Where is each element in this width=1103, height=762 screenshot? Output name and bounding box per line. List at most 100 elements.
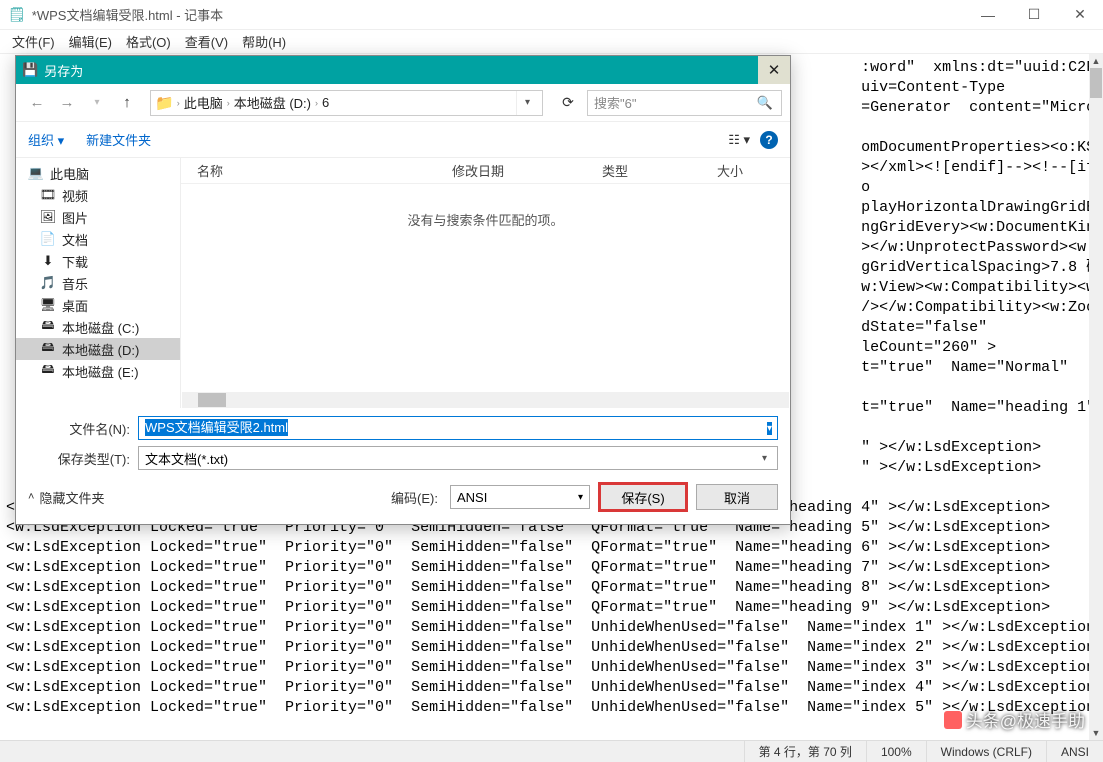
encoding-select[interactable]: ANSI ▾ bbox=[450, 485, 590, 509]
nav-forward-button: → bbox=[54, 90, 80, 116]
filename-value: WPS文档编辑受限2.html bbox=[145, 419, 288, 436]
chevron-up-icon: ˄ bbox=[28, 491, 34, 503]
sidebar-item-label: 音乐 bbox=[62, 274, 88, 293]
status-zoom: 100% bbox=[866, 741, 926, 762]
col-size[interactable]: 大小 bbox=[701, 161, 790, 180]
folder-icon: 🖼 bbox=[40, 209, 56, 225]
filename-label: 文件名(N): bbox=[28, 419, 138, 438]
path-breadcrumb[interactable]: 📁 › 此电脑 › 本地磁盘 (D:) › 6 ▾ bbox=[150, 90, 543, 116]
watermark-logo-icon bbox=[944, 711, 962, 729]
sidebar-item[interactable]: 🎵 音乐 bbox=[16, 272, 180, 294]
filetype-label: 保存类型(T): bbox=[28, 449, 138, 468]
folder-icon: 🎞 bbox=[40, 187, 56, 203]
path-dropdown[interactable]: ▾ bbox=[516, 91, 538, 115]
folder-icon: 🖥 bbox=[40, 297, 56, 313]
folder-icon: 📁 bbox=[155, 94, 174, 112]
scrollbar-thumb[interactable] bbox=[198, 393, 226, 407]
sidebar-item[interactable]: 🖥 桌面 bbox=[16, 294, 180, 316]
folder-icon: ⬇ bbox=[40, 253, 56, 269]
sidebar-item[interactable]: 🎞 视频 bbox=[16, 184, 180, 206]
col-date[interactable]: 修改日期 bbox=[436, 161, 586, 180]
vertical-scrollbar[interactable]: ▲ ▼ bbox=[1089, 54, 1103, 740]
sidebar-item-label: 下载 bbox=[62, 252, 88, 271]
filetype-value: 文本文档(*.txt) bbox=[145, 449, 228, 468]
search-placeholder: 搜索"6" bbox=[594, 93, 636, 112]
sidebar-item[interactable]: 🖼 图片 bbox=[16, 206, 180, 228]
encoding-label: 编码(E): bbox=[391, 488, 438, 507]
save-icon: 💾 bbox=[22, 62, 38, 78]
notepad-icon: 🗒 bbox=[8, 6, 26, 23]
dialog-titlebar: 💾 另存为 ✕ bbox=[16, 56, 790, 84]
sidebar-item[interactable]: 🖴本地磁盘 (D:) bbox=[16, 338, 180, 360]
sidebar-item[interactable]: 📄 文档 bbox=[16, 228, 180, 250]
encoding-value: ANSI bbox=[457, 490, 487, 505]
sidebar-item-label: 本地磁盘 (D:) bbox=[62, 340, 139, 359]
sidebar-item-label: 图片 bbox=[62, 208, 88, 227]
new-folder-link[interactable]: 新建文件夹 bbox=[86, 130, 151, 149]
maximize-button[interactable]: ☐ bbox=[1011, 0, 1057, 30]
sidebar-item-label: 文档 bbox=[62, 230, 88, 249]
refresh-button[interactable]: ⟳ bbox=[553, 90, 583, 116]
path-seg-folder[interactable]: 6 bbox=[319, 95, 332, 110]
dialog-nav: ← → ▾ ↑ 📁 › 此电脑 › 本地磁盘 (D:) › 6 ▾ ⟳ 搜索"6… bbox=[16, 84, 790, 122]
folder-icon: 🖴 bbox=[40, 316, 56, 338]
status-position: 第 4 行，第 70 列 bbox=[744, 741, 866, 762]
view-mode-button[interactable]: ☷ ▾ bbox=[728, 132, 750, 148]
search-icon[interactable]: 🔍 bbox=[757, 95, 773, 111]
status-eol: Windows (CRLF) bbox=[926, 741, 1046, 762]
sidebar-item[interactable]: 🖴 本地磁盘 (C:) bbox=[16, 316, 180, 338]
dialog-close-button[interactable]: ✕ bbox=[758, 56, 790, 84]
menu-edit[interactable]: 编辑(E) bbox=[63, 30, 118, 53]
dialog-toolbar: 组织 ▾ 新建文件夹 ☷ ▾ ? bbox=[16, 122, 790, 158]
cancel-button[interactable]: 取消 bbox=[696, 484, 778, 510]
app-title: *WPS文档编辑受限.html - 记事本 bbox=[32, 5, 223, 24]
empty-message: 没有与搜索条件匹配的项。 bbox=[181, 184, 790, 392]
sidebar-item[interactable]: ⬇ 下载 bbox=[16, 250, 180, 272]
sidebar-item-label: 本地磁盘 (C:) bbox=[62, 318, 139, 337]
save-as-dialog: 💾 另存为 ✕ ← → ▾ ↑ 📁 › 此电脑 › 本地磁盘 (D:) › 6 … bbox=[15, 55, 791, 525]
menubar: 文件(F) 编辑(E) 格式(O) 查看(V) 帮助(H) bbox=[0, 30, 1103, 54]
chevron-down-icon: ▾ bbox=[578, 492, 583, 503]
folder-icon: 💻 bbox=[28, 165, 44, 181]
path-seg-drive[interactable]: 本地磁盘 (D:) bbox=[231, 93, 314, 112]
watermark: 头条@极速手助 bbox=[944, 707, 1085, 732]
status-encoding: ANSI bbox=[1046, 741, 1103, 762]
filetype-select[interactable]: 文本文档(*.txt) ▾ bbox=[138, 446, 778, 470]
close-button[interactable]: ✕ bbox=[1057, 0, 1103, 30]
minimize-button[interactable]: — bbox=[965, 0, 1011, 30]
save-button[interactable]: 保存(S) bbox=[598, 482, 688, 512]
nav-up-button[interactable]: ↑ bbox=[114, 90, 140, 116]
search-input[interactable]: 搜索"6" 🔍 bbox=[587, 90, 782, 116]
hide-folders-toggle[interactable]: ˄ 隐藏文件夹 bbox=[28, 488, 104, 507]
col-name[interactable]: 名称 bbox=[181, 161, 436, 180]
scroll-up-icon[interactable]: ▲ bbox=[1089, 54, 1103, 68]
menu-file[interactable]: 文件(F) bbox=[6, 30, 61, 53]
folder-sidebar: 💻此电脑🎞视频🖼图片📄文档⬇下载🎵音乐🖥桌面🖴本地磁盘 (C:)🖴本地磁盘 (D… bbox=[16, 158, 181, 408]
sidebar-item[interactable]: 💻此电脑 bbox=[16, 162, 180, 184]
sidebar-item-label: 本地磁盘 (E:) bbox=[62, 362, 139, 381]
dialog-title: 另存为 bbox=[44, 61, 83, 80]
scrollbar-thumb[interactable] bbox=[1090, 68, 1102, 98]
sidebar-item-label: 视频 bbox=[62, 186, 88, 205]
app-titlebar: 🗒 *WPS文档编辑受限.html - 记事本 — ☐ ✕ bbox=[0, 0, 1103, 30]
menu-format[interactable]: 格式(O) bbox=[120, 30, 177, 53]
menu-help[interactable]: 帮助(H) bbox=[236, 30, 292, 53]
filename-input[interactable]: WPS文档编辑受限2.html ▾ bbox=[138, 416, 778, 440]
scroll-down-icon[interactable]: ▼ bbox=[1089, 726, 1103, 740]
sidebar-item-label: 桌面 bbox=[62, 296, 88, 315]
horizontal-scrollbar[interactable] bbox=[182, 392, 789, 408]
folder-icon: 🖴 bbox=[40, 360, 56, 382]
column-headers: 名称 修改日期 类型 大小 bbox=[181, 158, 790, 184]
menu-view[interactable]: 查看(V) bbox=[179, 30, 234, 53]
folder-icon: 🎵 bbox=[40, 275, 56, 291]
col-type[interactable]: 类型 bbox=[586, 161, 701, 180]
chevron-down-icon: ▾ bbox=[762, 453, 771, 464]
sidebar-item[interactable]: 🖴 本地磁盘 (E:) bbox=[16, 360, 180, 382]
help-icon[interactable]: ? bbox=[760, 131, 778, 149]
nav-recent-dropdown[interactable]: ▾ bbox=[84, 90, 110, 116]
path-seg-pc[interactable]: 此电脑 bbox=[181, 93, 226, 112]
nav-back-button[interactable]: ← bbox=[24, 90, 50, 116]
organize-link[interactable]: 组织 ▾ bbox=[28, 130, 64, 149]
folder-icon: 📄 bbox=[40, 231, 56, 247]
chevron-down-icon[interactable]: ▾ bbox=[767, 422, 772, 435]
